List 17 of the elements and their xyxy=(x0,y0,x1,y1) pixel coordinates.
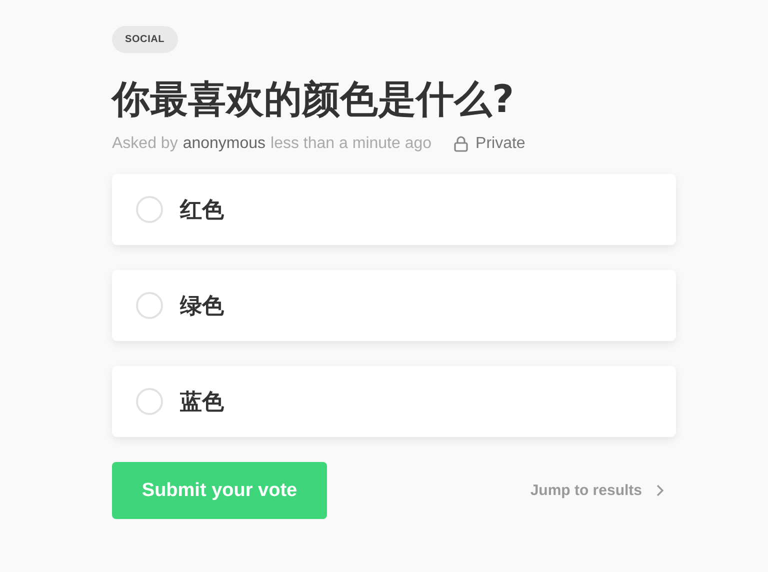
radio-button[interactable] xyxy=(136,196,163,223)
answer-option[interactable]: 蓝色 xyxy=(112,366,676,437)
question-title: 你最喜欢的颜色是什么? xyxy=(112,76,516,123)
author-name: anonymous xyxy=(182,135,266,153)
asked-by-label: Asked by xyxy=(112,135,178,153)
option-label: 红色 xyxy=(180,196,224,224)
visibility-label: Private xyxy=(476,135,526,153)
time-label: less than a minute ago xyxy=(270,135,432,153)
chevron-right-icon xyxy=(656,484,664,497)
option-label: 蓝色 xyxy=(180,388,224,416)
radio-button[interactable] xyxy=(136,388,163,415)
lock-icon xyxy=(454,136,468,152)
answer-option[interactable]: 绿色 xyxy=(112,270,676,341)
option-label: 绿色 xyxy=(180,292,224,320)
category-tag: SOCIAL xyxy=(112,26,178,53)
answer-option[interactable]: 红色 xyxy=(112,174,676,245)
radio-button[interactable] xyxy=(136,292,163,319)
